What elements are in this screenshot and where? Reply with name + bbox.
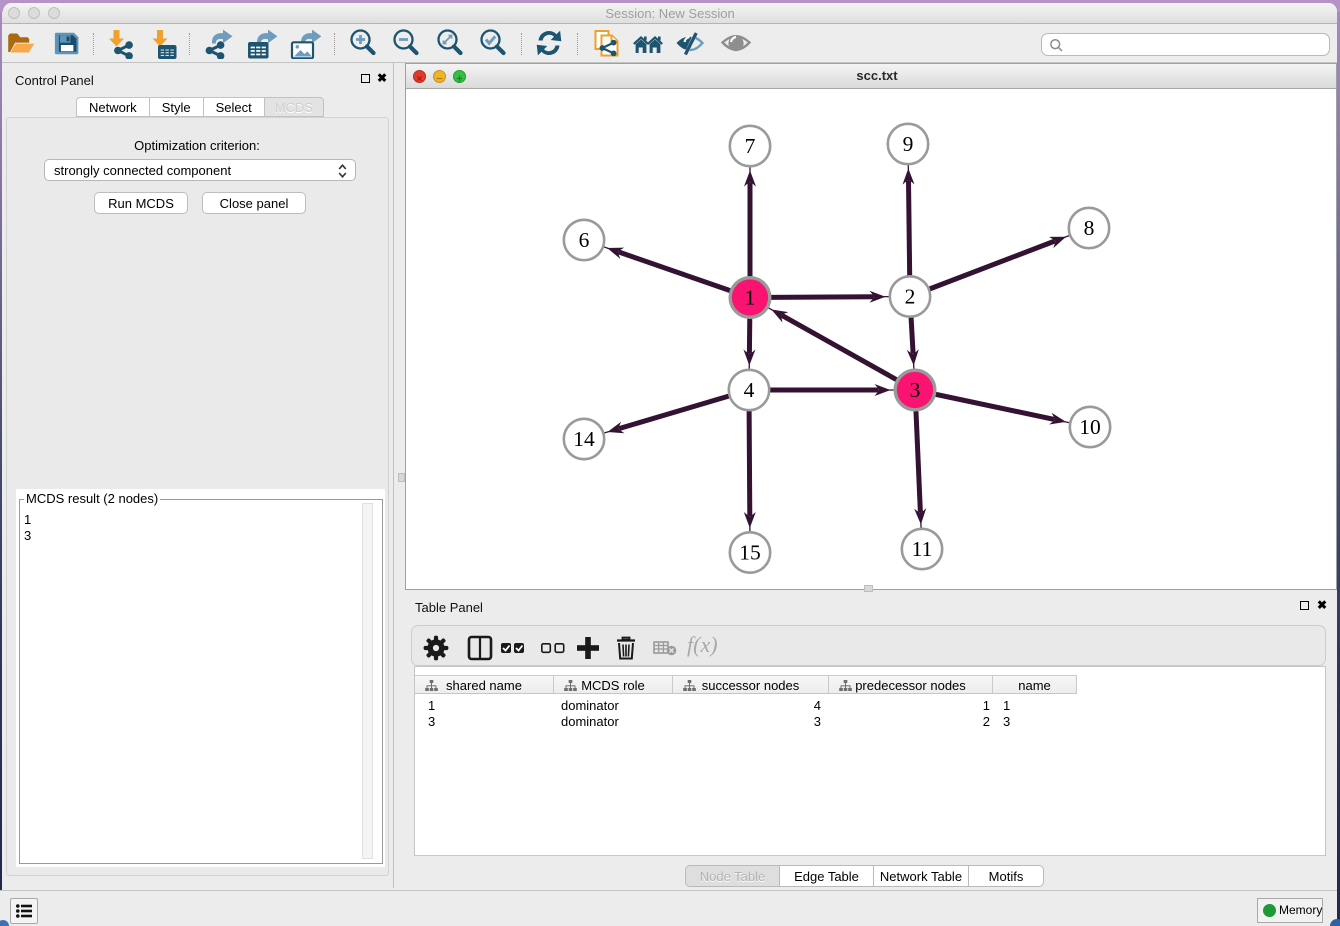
- svg-text:3: 3: [910, 378, 921, 402]
- svg-text:4: 4: [744, 378, 755, 402]
- svg-text:10: 10: [1079, 415, 1101, 439]
- svg-text:7: 7: [745, 134, 756, 158]
- svg-text:14: 14: [573, 427, 595, 451]
- svg-text:15: 15: [739, 541, 761, 565]
- svg-text:6: 6: [579, 228, 590, 252]
- svg-text:11: 11: [912, 537, 933, 561]
- svg-text:8: 8: [1084, 216, 1095, 240]
- svg-text:1: 1: [745, 286, 756, 310]
- svg-text:2: 2: [905, 285, 916, 309]
- svg-text:9: 9: [903, 132, 914, 156]
